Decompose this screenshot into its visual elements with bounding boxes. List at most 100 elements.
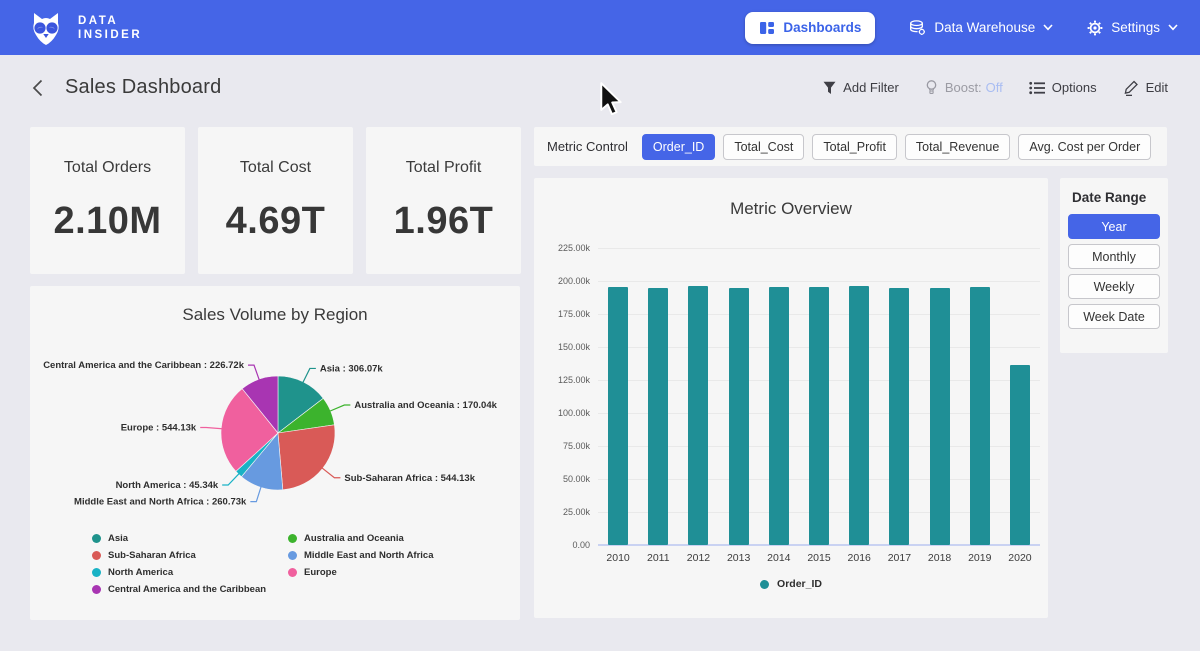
date-range-option-weekly[interactable]: Weekly <box>1068 274 1160 299</box>
metric-option-total-profit[interactable]: Total_Profit <box>812 134 897 160</box>
database-icon <box>909 20 926 36</box>
bar-2014[interactable] <box>769 287 789 545</box>
legend-item: Middle East and North Africa <box>288 549 434 562</box>
kpi-value: 4.69T <box>198 200 353 243</box>
y-tick-label: 125.00k <box>538 375 590 385</box>
bar-2020[interactable] <box>1010 365 1030 545</box>
date-range-option-monthly[interactable]: Monthly <box>1068 244 1160 269</box>
pie-legend: Asia Sub-Saharan Africa North America Centr… <box>92 532 434 596</box>
nav-data-warehouse-label: Data Warehouse <box>934 20 1035 35</box>
bar-2019[interactable] <box>970 287 990 545</box>
bar-2018[interactable] <box>930 288 950 545</box>
date-range-option-week-date[interactable]: Week Date <box>1068 304 1160 329</box>
pie-legend-column: Asia Sub-Saharan Africa North America Centr… <box>92 532 288 596</box>
pie-slice-label: Asia : 306.07k <box>320 363 384 374</box>
boost-state: Off <box>986 80 1003 95</box>
y-tick-label: 150.00k <box>538 342 590 352</box>
legend-item: Central America and the Caribbean <box>92 583 288 596</box>
options-button[interactable]: Options <box>1029 80 1097 95</box>
date-range-panel: Date Range Year Monthly Weekly Week Date <box>1060 178 1168 353</box>
page-title: Sales Dashboard <box>65 76 221 99</box>
date-range-label: Date Range <box>1072 190 1160 205</box>
legend-label: Australia and Oceania <box>304 533 404 544</box>
brand: DATA INSIDER <box>26 8 142 48</box>
legend-dot <box>760 580 769 589</box>
bar-chart-x-axis: 2010201120122013201420152016201720182019… <box>598 552 1040 564</box>
pie-legend-column: Australia and Oceania Middle East and Nor… <box>288 532 434 596</box>
nav-dashboards-button[interactable]: Dashboards <box>745 12 875 44</box>
legend-label: Order_ID <box>777 578 822 590</box>
legend-dot <box>288 551 297 560</box>
pie-label-line <box>330 405 351 411</box>
legend-item: Australia and Oceania <box>288 532 434 545</box>
kpi-label: Total Profit <box>366 159 521 177</box>
boost-label: Boost: <box>945 80 982 95</box>
bar-2015[interactable] <box>809 287 829 545</box>
legend-item: North America <box>92 566 288 579</box>
x-tick-label: 2017 <box>879 552 919 564</box>
legend-item: Sub-Saharan Africa <box>92 549 288 562</box>
x-tick-label: 2012 <box>678 552 718 564</box>
add-filter-button[interactable]: Add Filter <box>823 80 899 95</box>
chevron-down-icon <box>1043 24 1053 31</box>
bar-chart-title: Metric Overview <box>534 199 1048 219</box>
legend-dot <box>92 551 101 560</box>
options-label: Options <box>1052 80 1097 95</box>
nav-data-warehouse[interactable]: Data Warehouse <box>909 20 1053 36</box>
y-tick-label: 25.00k <box>538 507 590 517</box>
nav-settings[interactable]: Settings <box>1087 20 1178 36</box>
x-tick-label: 2013 <box>719 552 759 564</box>
dashboard-grid-icon <box>759 20 775 36</box>
legend-item: Asia <box>92 532 288 545</box>
bar-2016[interactable] <box>849 286 869 545</box>
edit-pencil-icon <box>1123 80 1139 96</box>
legend-dot <box>92 534 101 543</box>
edit-button[interactable]: Edit <box>1123 80 1168 96</box>
metric-option-total-revenue[interactable]: Total_Revenue <box>905 134 1010 160</box>
kpi-label: Total Cost <box>198 159 353 177</box>
x-tick-label: 2010 <box>598 552 638 564</box>
page-header: Sales Dashboard Add Filter Boost: Off Op <box>0 55 1200 120</box>
x-tick-label: 2014 <box>759 552 799 564</box>
edit-label: Edit <box>1146 80 1168 95</box>
y-tick-label: 175.00k <box>538 309 590 319</box>
date-range-option-year[interactable]: Year <box>1068 214 1160 239</box>
bar-column <box>799 248 839 545</box>
bar-chart-card: Metric Overview 0.0025.00k50.00k75.00k10… <box>534 178 1048 618</box>
kpi-value: 2.10M <box>30 200 185 243</box>
boost-balloon-icon <box>925 80 938 95</box>
x-tick-label: 2018 <box>920 552 960 564</box>
metric-option-order-id[interactable]: Order_ID <box>642 134 715 160</box>
pie-label-line <box>322 468 341 478</box>
back-arrow-icon[interactable] <box>32 79 43 97</box>
x-tick-label: 2019 <box>960 552 1000 564</box>
legend-dot <box>288 534 297 543</box>
pie-slice-label: Sub-Saharan Africa : 544.13k <box>344 473 475 484</box>
brand-text: DATA INSIDER <box>78 14 142 42</box>
kpi-card-total-profit: Total Profit 1.96T <box>366 127 521 274</box>
legend-label: Sub-Saharan Africa <box>108 550 196 561</box>
kpi-value: 1.96T <box>366 200 521 243</box>
page-header-left: Sales Dashboard <box>32 76 221 99</box>
y-tick-label: 75.00k <box>538 441 590 451</box>
top-navbar: DATA INSIDER Dashboards Data Warehouse <box>0 0 1200 55</box>
y-tick-label: 100.00k <box>538 408 590 418</box>
bar-2012[interactable] <box>688 286 708 545</box>
pie-label-line <box>250 486 261 501</box>
filter-funnel-icon <box>823 81 836 95</box>
bar-2011[interactable] <box>648 288 668 545</box>
bar-2017[interactable] <box>889 288 909 545</box>
bar-chart-bars <box>598 248 1040 545</box>
legend-label: Middle East and North Africa <box>304 550 434 561</box>
nav-actions: Dashboards Data Warehouse <box>745 12 1178 44</box>
metric-option-avg-cost-per-order[interactable]: Avg. Cost per Order <box>1018 134 1151 160</box>
metric-control-strip: Metric Control Order_IDTotal_CostTotal_P… <box>534 127 1167 166</box>
bar-2013[interactable] <box>729 288 749 545</box>
boost-toggle[interactable]: Boost: Off <box>925 80 1003 95</box>
bar-2010[interactable] <box>608 287 628 545</box>
pie-slice-sub-saharan-africa[interactable] <box>278 425 335 490</box>
date-range-options: Year Monthly Weekly Week Date <box>1068 214 1160 329</box>
y-tick-label: 0.00 <box>538 540 590 550</box>
metric-option-total-cost[interactable]: Total_Cost <box>723 134 804 160</box>
bar-column <box>839 248 879 545</box>
